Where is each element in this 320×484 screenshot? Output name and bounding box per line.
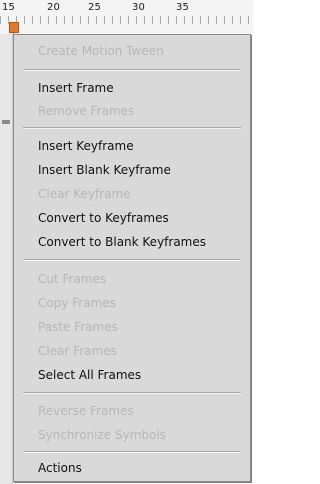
menu-item-select-all-frames[interactable]: Select All Frames xyxy=(38,368,141,382)
menu-item-copy-frames[interactable]: Copy Frames xyxy=(38,296,116,310)
playhead-handle[interactable] xyxy=(9,22,19,33)
ruler-number: 35 xyxy=(176,2,190,13)
menu-separator xyxy=(23,451,241,453)
timeline-ruler: 15 20 25 30 35 xyxy=(0,0,253,34)
ruler-number: 25 xyxy=(88,2,102,13)
menu-item-synchronize-symbols[interactable]: Synchronize Symbols xyxy=(38,428,166,442)
frame-marker xyxy=(2,120,10,124)
ruler-number: 20 xyxy=(47,2,61,13)
menu-item-create-motion-tween[interactable]: Create Motion Tween xyxy=(38,44,164,58)
menu-item-insert-frame[interactable]: Insert Frame xyxy=(38,81,114,95)
menu-item-actions[interactable]: Actions xyxy=(38,461,82,475)
ruler-ticks xyxy=(0,16,253,24)
menu-item-reverse-frames[interactable]: Reverse Frames xyxy=(38,404,134,418)
menu-item-remove-frames[interactable]: Remove Frames xyxy=(38,104,134,118)
menu-item-convert-to-keyframes[interactable]: Convert to Keyframes xyxy=(38,211,169,225)
frame-column[interactable] xyxy=(0,34,13,484)
ruler-number: 30 xyxy=(132,2,146,13)
ruler-number: 15 xyxy=(2,2,16,13)
context-menu: Create Motion Tween Insert Frame Remove … xyxy=(13,34,251,482)
menu-item-insert-keyframe[interactable]: Insert Keyframe xyxy=(38,139,134,153)
menu-separator xyxy=(23,392,241,394)
menu-item-insert-blank-keyframe[interactable]: Insert Blank Keyframe xyxy=(38,163,171,177)
menu-item-cut-frames[interactable]: Cut Frames xyxy=(38,272,106,286)
menu-item-clear-frames[interactable]: Clear Frames xyxy=(38,344,117,358)
menu-item-clear-keyframe[interactable]: Clear Keyframe xyxy=(38,187,131,201)
menu-item-paste-frames[interactable]: Paste Frames xyxy=(38,320,118,334)
menu-separator xyxy=(23,259,241,261)
menu-separator xyxy=(23,69,241,71)
menu-separator xyxy=(23,127,241,129)
menu-item-convert-to-blank-keyframes[interactable]: Convert to Blank Keyframes xyxy=(38,235,206,249)
